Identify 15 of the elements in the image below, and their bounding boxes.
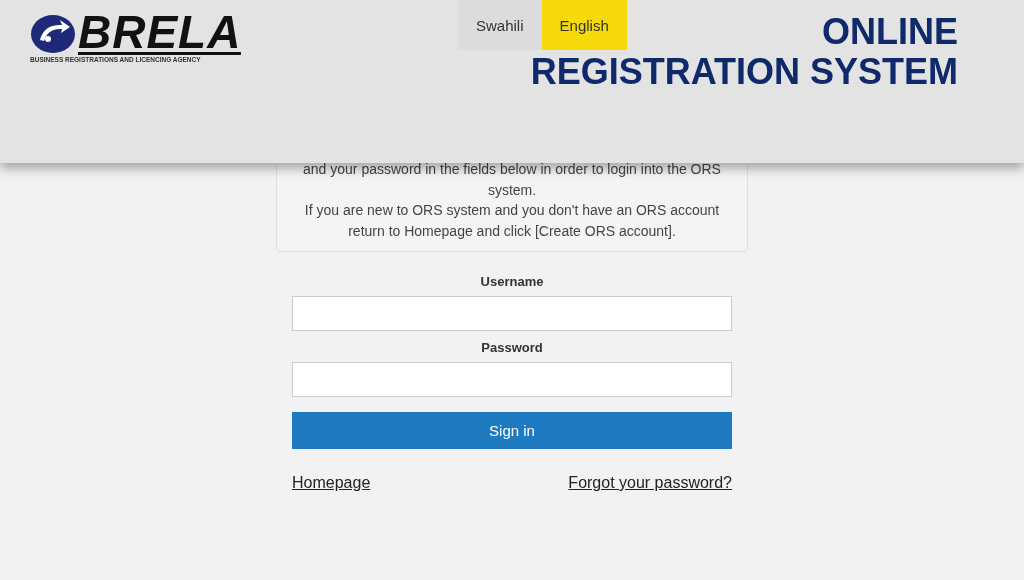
- language-tab[interactable]: English: [541, 0, 627, 50]
- field-label: Password: [481, 340, 543, 355]
- link[interactable]: Forgot your password?: [568, 474, 732, 492]
- logo-text: BRELA: [78, 12, 242, 55]
- logo-emblem-icon: [30, 13, 76, 54]
- username-field[interactable]: [292, 296, 732, 331]
- info-text: and your password in the fields below in order to login into the ORS system.: [302, 160, 722, 200]
- link[interactable]: Homepage: [292, 474, 371, 492]
- sign-in-button[interactable]: Sign in: [292, 412, 732, 449]
- info-text: If you are new to ORS system and you don't have an ORS account return to Homepage and click [Create ORS account].: [303, 201, 721, 241]
- field-label: Username: [480, 274, 544, 289]
- password-field[interactable]: [292, 362, 732, 397]
- site-title: REGISTRATION SYSTEM: [530, 52, 958, 92]
- site-title: ONLINE: [822, 12, 958, 52]
- language-tab[interactable]: Swahili: [458, 0, 542, 50]
